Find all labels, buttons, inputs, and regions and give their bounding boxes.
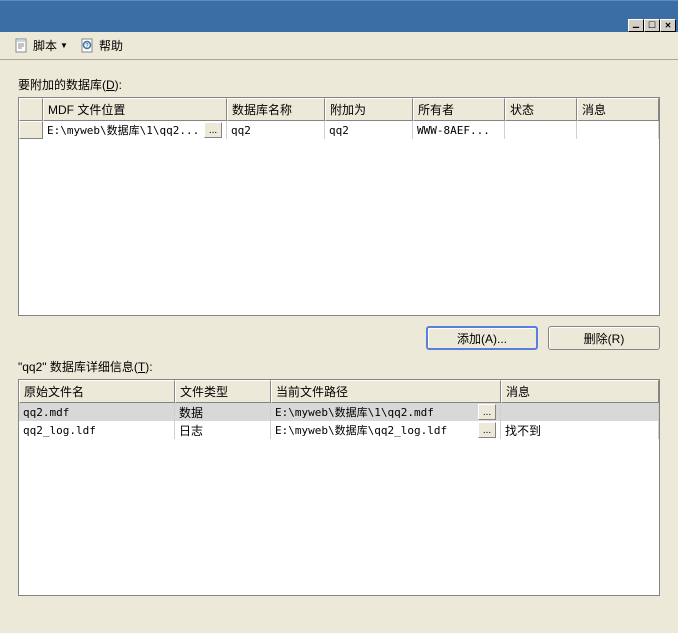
- cell-filename[interactable]: qq2_log.ldf: [19, 421, 175, 439]
- col-file-type[interactable]: 文件类型: [175, 380, 271, 403]
- toolbar: 脚本 ▼ ? 帮助: [0, 32, 678, 60]
- lower-section-label: "qq2" 数据库详细信息(T):: [18, 358, 660, 375]
- dropdown-icon: ▼: [60, 41, 68, 50]
- minimize-button[interactable]: [628, 19, 644, 32]
- col-mdf-location[interactable]: MDF 文件位置: [43, 98, 227, 121]
- cell-filetype: 数据: [175, 403, 271, 421]
- script-icon: [14, 38, 30, 54]
- help-icon: ?: [80, 38, 96, 54]
- cell-path[interactable]: E:\myweb\数据库\1\qq2... ...: [43, 121, 227, 139]
- row-header-corner: [19, 98, 43, 121]
- script-label: 脚本: [33, 37, 57, 54]
- cell-message: [577, 121, 659, 139]
- databases-grid[interactable]: MDF 文件位置 数据库名称 附加为 所有者 状态 消息 E:\myweb\数据…: [18, 97, 660, 316]
- col-owner[interactable]: 所有者: [413, 98, 505, 121]
- cell-path[interactable]: E:\myweb\数据库\qq2_log.ldf ...: [271, 421, 501, 439]
- cell-attach-as[interactable]: qq2: [325, 121, 413, 139]
- grid-header: MDF 文件位置 数据库名称 附加为 所有者 状态 消息: [19, 98, 659, 121]
- browse-path-button[interactable]: ...: [478, 422, 496, 438]
- cell-message: [501, 403, 659, 421]
- table-row[interactable]: qq2.mdf 数据 E:\myweb\数据库\1\qq2.mdf ...: [19, 403, 659, 421]
- col-orig-filename[interactable]: 原始文件名: [19, 380, 175, 403]
- row-indicator: [19, 121, 43, 139]
- browse-path-button[interactable]: ...: [204, 122, 222, 138]
- col-status[interactable]: 状态: [505, 98, 577, 121]
- grid-header: 原始文件名 文件类型 当前文件路径 消息: [19, 380, 659, 403]
- cell-dbname[interactable]: qq2: [227, 121, 325, 139]
- maximize-button[interactable]: [644, 19, 660, 32]
- table-row[interactable]: qq2_log.ldf 日志 E:\myweb\数据库\qq2_log.ldf …: [19, 421, 659, 439]
- titlebar: [0, 0, 678, 32]
- dialog-window: 脚本 ▼ ? 帮助 要附加的数据库(D): MDF 文件位置 数据库名称 附加: [0, 0, 678, 633]
- help-menu[interactable]: ? 帮助: [76, 35, 127, 56]
- col-current-path[interactable]: 当前文件路径: [271, 380, 501, 403]
- col-message[interactable]: 消息: [577, 98, 659, 121]
- help-label: 帮助: [99, 37, 123, 54]
- cell-filetype: 日志: [175, 421, 271, 439]
- browse-path-button[interactable]: ...: [478, 404, 496, 420]
- cell-filename[interactable]: qq2.mdf: [19, 403, 175, 421]
- cell-owner[interactable]: WWW-8AEF...: [413, 121, 505, 139]
- remove-button[interactable]: 删除(R): [548, 326, 660, 350]
- details-grid[interactable]: 原始文件名 文件类型 当前文件路径 消息 qq2.mdf 数据 E:\myweb…: [18, 379, 660, 596]
- cell-path[interactable]: E:\myweb\数据库\1\qq2.mdf ...: [271, 403, 501, 421]
- close-button[interactable]: [660, 19, 676, 32]
- col-attach-as[interactable]: 附加为: [325, 98, 413, 121]
- upper-section-label: 要附加的数据库(D):: [18, 76, 660, 93]
- script-menu[interactable]: 脚本 ▼: [10, 35, 72, 56]
- col-db-name[interactable]: 数据库名称: [227, 98, 325, 121]
- cell-message: 找不到: [501, 421, 659, 439]
- cell-status: [505, 121, 577, 139]
- add-button[interactable]: 添加(A)...: [426, 326, 538, 350]
- col-detail-message[interactable]: 消息: [501, 380, 659, 403]
- table-row[interactable]: E:\myweb\数据库\1\qq2... ... qq2 qq2 WWW-8A…: [19, 121, 659, 139]
- svg-text:?: ?: [85, 43, 89, 49]
